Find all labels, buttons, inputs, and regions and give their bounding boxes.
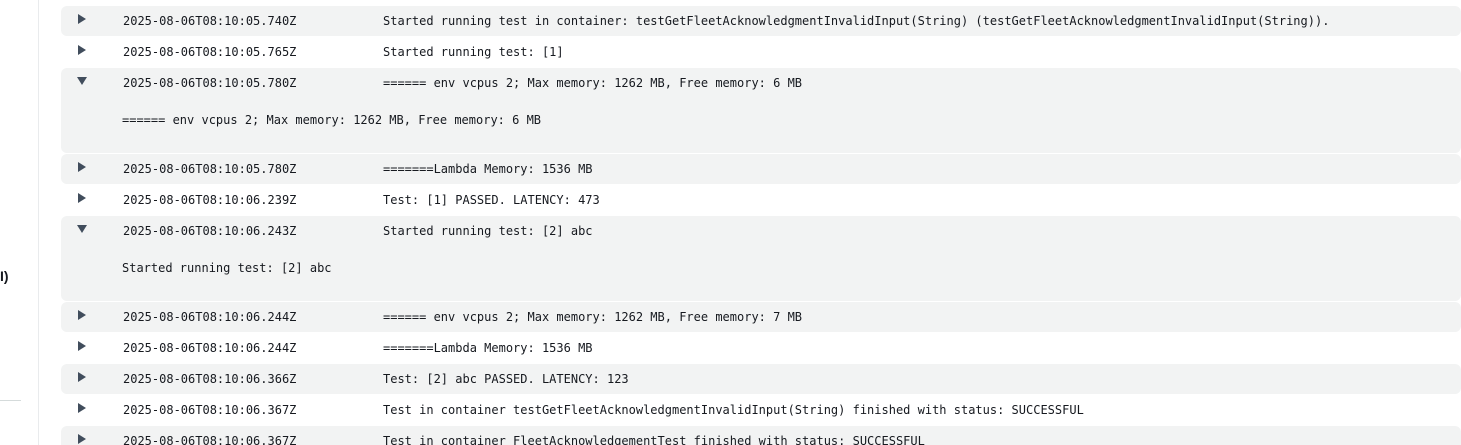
log-event-toggle[interactable]: 2025-08-06T08:10:06.244Z =======Lambda Me… (61, 333, 1461, 363)
log-event-toggle[interactable]: 2025-08-06T08:10:06.244Z ====== env vcpus… (61, 302, 1461, 332)
log-event-message: =======Lambda Memory: 1536 MB (383, 162, 593, 176)
log-event-toggle[interactable]: 2025-08-06T08:10:06.243Z Started running … (61, 216, 1461, 246)
log-event-detail: Started running test: [2] abc (122, 261, 332, 275)
log-event-timestamp: 2025-08-06T08:10:05.740Z (123, 14, 297, 28)
log-event-row: 2025-08-06T08:10:06.244Z ====== env vcpus… (61, 302, 1461, 332)
log-event-message: Started running test: [1] (383, 45, 564, 59)
log-event-timestamp: 2025-08-06T08:10:05.765Z (123, 45, 297, 59)
log-event-toggle[interactable]: 2025-08-06T08:10:06.367Z Test in containe… (61, 426, 1461, 445)
left-panel-divider (0, 400, 21, 401)
log-events-list: 2025-08-06T08:10:05.740Z Started running … (61, 6, 1461, 445)
log-event-message: =======Lambda Memory: 1536 MB (383, 341, 593, 355)
log-event-timestamp: 2025-08-06T08:10:06.239Z (123, 193, 297, 207)
log-event-message: ====== env vcpus 2; Max memory: 1262 MB,… (383, 310, 803, 324)
log-event-message: Started running test in container: testG… (383, 14, 1330, 28)
log-event-toggle[interactable]: 2025-08-06T08:10:05.740Z Started running … (61, 6, 1461, 36)
log-event-timestamp: 2025-08-06T08:10:06.244Z (123, 310, 297, 324)
log-event-toggle[interactable]: 2025-08-06T08:10:06.367Z Test in containe… (61, 395, 1461, 425)
log-event-message: Test in container testGetFleetAcknowledg… (383, 403, 1084, 417)
log-event-message: Test: [1] PASSED. LATENCY: 473 (383, 193, 600, 207)
log-event-timestamp: 2025-08-06T08:10:06.243Z (123, 224, 297, 238)
log-event-row: 2025-08-06T08:10:06.239Z Test: [1] PASSED… (61, 185, 1461, 215)
log-event-message: Test in container FleetAcknowledgementTe… (383, 434, 925, 445)
log-event-detail: ====== env vcpus 2; Max memory: 1262 MB,… (122, 113, 542, 127)
log-event-timestamp: 2025-08-06T08:10:06.367Z (123, 434, 297, 445)
log-event-message: ====== env vcpus 2; Max memory: 1262 MB,… (383, 76, 803, 90)
log-event-toggle[interactable]: 2025-08-06T08:10:06.366Z Test: [2] abc PA… (61, 364, 1461, 394)
caret-right-icon[interactable] (76, 340, 88, 352)
log-event-row: 2025-08-06T08:10:06.244Z =======Lambda Me… (61, 333, 1461, 363)
caret-right-icon[interactable] (76, 13, 88, 25)
log-event-row: 2025-08-06T08:10:05.780Z ====== env vcpus… (61, 68, 1461, 153)
caret-right-icon[interactable] (76, 44, 88, 56)
log-event-row: 2025-08-06T08:10:06.243Z Started running … (61, 216, 1461, 301)
log-event-toggle[interactable]: 2025-08-06T08:10:05.765Z Started running … (61, 37, 1461, 67)
log-event-message: Test: [2] abc PASSED. LATENCY: 123 (383, 372, 629, 386)
log-event-timestamp: 2025-08-06T08:10:06.366Z (123, 372, 297, 386)
caret-down-icon[interactable] (76, 223, 88, 235)
caret-right-icon[interactable] (76, 402, 88, 414)
log-event-toggle[interactable]: 2025-08-06T08:10:06.239Z Test: [1] PASSED… (61, 185, 1461, 215)
log-event-row: 2025-08-06T08:10:05.765Z Started running … (61, 37, 1461, 67)
log-event-row: 2025-08-06T08:10:05.740Z Started running … (61, 6, 1461, 36)
log-event-toggle[interactable]: 2025-08-06T08:10:05.780Z ====== env vcpus… (61, 68, 1461, 98)
log-event-timestamp: 2025-08-06T08:10:06.244Z (123, 341, 297, 355)
caret-down-icon[interactable] (76, 75, 88, 87)
log-event-message: Started running test: [2] abc (383, 224, 593, 238)
caret-right-icon[interactable] (76, 309, 88, 321)
caret-right-icon[interactable] (76, 433, 88, 445)
log-event-timestamp: 2025-08-06T08:10:06.367Z (123, 403, 297, 417)
log-event-timestamp: 2025-08-06T08:10:05.780Z (123, 162, 297, 176)
caret-right-icon[interactable] (76, 371, 88, 383)
log-event-row: 2025-08-06T08:10:05.780Z =======Lambda Me… (61, 154, 1461, 184)
left-panel-fragment: I) (0, 268, 9, 284)
caret-right-icon[interactable] (76, 192, 88, 204)
log-event-detail-panel: Started running test: [2] abc (61, 246, 1461, 301)
log-event-row: 2025-08-06T08:10:06.366Z Test: [2] abc PA… (61, 364, 1461, 394)
log-event-timestamp: 2025-08-06T08:10:05.780Z (123, 76, 297, 90)
log-event-row: 2025-08-06T08:10:06.367Z Test in containe… (61, 395, 1461, 425)
caret-right-icon[interactable] (76, 161, 88, 173)
log-event-detail-panel: ====== env vcpus 2; Max memory: 1262 MB,… (61, 98, 1461, 153)
log-event-toggle[interactable]: 2025-08-06T08:10:05.780Z =======Lambda Me… (61, 154, 1461, 184)
left-panel: I) (0, 0, 39, 445)
log-event-row: 2025-08-06T08:10:06.367Z Test in containe… (61, 426, 1461, 445)
